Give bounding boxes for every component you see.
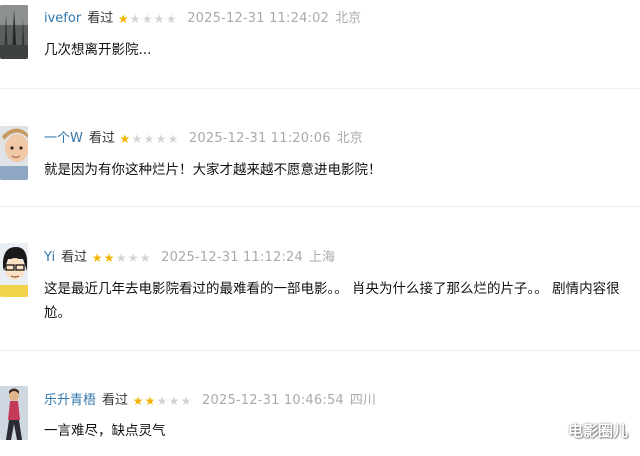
comment-header: 一个W 看过 ★ ★ ★ ★ ★ 2025-12-31 11:20:06 北京 [44,129,363,149]
username-link[interactable]: Yi [44,248,55,268]
comment-location: 北京 [336,131,363,146]
avatar[interactable] [0,243,28,297]
comment-text: 几次想离开影院... [44,42,152,58]
comment-header: ivefor 看过 ★ ★ ★ ★ ★ 2025-12-31 11:24:02 北京 [44,9,361,29]
star-filled-icon: ★ [117,12,129,26]
comment-text: 就是因为有你这种烂片！大家才越来越不愿意进电影院！ [44,162,382,178]
star-filled-icon: ★ [132,394,144,408]
comment-header: Yi 看过 ★ ★ ★ ★ ★ 2025-12-31 11:12:24 上海 [44,248,335,268]
star-filled-icon: ★ [103,251,115,265]
avatar-image [0,243,28,297]
comment-location: 上海 [308,250,335,265]
star-empty-icon: ★ [180,394,192,408]
watched-label: 看过 [102,393,129,408]
comment-item: 一个W 看过 ★ ★ ★ ★ ★ 2025-12-31 11:20:06 北京 就是因为… [0,88,640,207]
star-filled-icon: ★ [144,394,156,408]
comment-time: 2025-12-31 11:24:02 [187,11,330,26]
star-filled-icon: ★ [119,132,131,146]
rating-stars: ★ ★ ★ ★ ★ [132,395,192,407]
star-empty-icon: ★ [127,251,139,265]
comment-item: ivefor 看过 ★ ★ ★ ★ ★ 2025-12-31 11:24:02 北京 几… [0,0,640,88]
comment-text: 这是最近几年去电影院看过的最难看的一部电影。。 肖央为什么接了那么烂的片子。。 … [44,281,620,321]
rating-stars: ★ ★ ★ ★ ★ [119,133,179,145]
comment-location: 四川 [349,393,376,408]
rating-stars: ★ ★ ★ ★ ★ [91,252,151,264]
star-empty-icon: ★ [153,12,165,26]
avatar-image [0,126,28,180]
rating-stars: ★ ★ ★ ★ ★ [117,13,177,25]
avatar[interactable] [0,5,28,59]
avatar-image [0,5,28,59]
avatar[interactable] [0,386,28,440]
comment-feed: ivefor 看过 ★ ★ ★ ★ ★ 2025-12-31 11:24:02 北京 几… [0,0,640,455]
comment-item: 乐升青梧 看过 ★ ★ ★ ★ ★ 2025-12-31 10:46:54 四川 一言难… [0,350,640,456]
username-link[interactable]: 一个W [44,129,83,149]
star-empty-icon: ★ [168,394,180,408]
watched-label: 看过 [61,250,88,265]
comment-location: 北京 [335,11,362,26]
star-empty-icon: ★ [141,12,153,26]
star-empty-icon: ★ [165,12,177,26]
watched-label: 看过 [87,11,114,26]
star-empty-icon: ★ [139,251,151,265]
comment-time: 2025-12-31 10:46:54 [202,393,344,408]
comment-text: 一言难尽，缺点灵气 [44,423,166,439]
watched-label: 看过 [88,131,115,146]
comment-item: Yi 看过 ★ ★ ★ ★ ★ 2025-12-31 11:12:24 上海 这是最近几… [0,206,640,351]
star-empty-icon: ★ [155,132,167,146]
avatar-image [0,386,28,440]
star-empty-icon: ★ [143,132,155,146]
star-empty-icon: ★ [156,394,168,408]
watermark: 电影圈儿 [567,422,628,440]
comment-time: 2025-12-31 11:20:06 [188,131,331,146]
star-filled-icon: ★ [91,251,103,265]
avatar[interactable] [0,126,28,180]
username-link[interactable]: ivefor [44,9,81,29]
comment-header: 乐升青梧 看过 ★ ★ ★ ★ ★ 2025-12-31 10:46:54 四川 [44,391,376,411]
username-link[interactable]: 乐升青梧 [44,391,96,411]
star-empty-icon: ★ [131,132,143,146]
star-empty-icon: ★ [115,251,127,265]
comment-time: 2025-12-31 11:12:24 [161,250,303,265]
star-empty-icon: ★ [129,12,141,26]
star-empty-icon: ★ [167,132,179,146]
